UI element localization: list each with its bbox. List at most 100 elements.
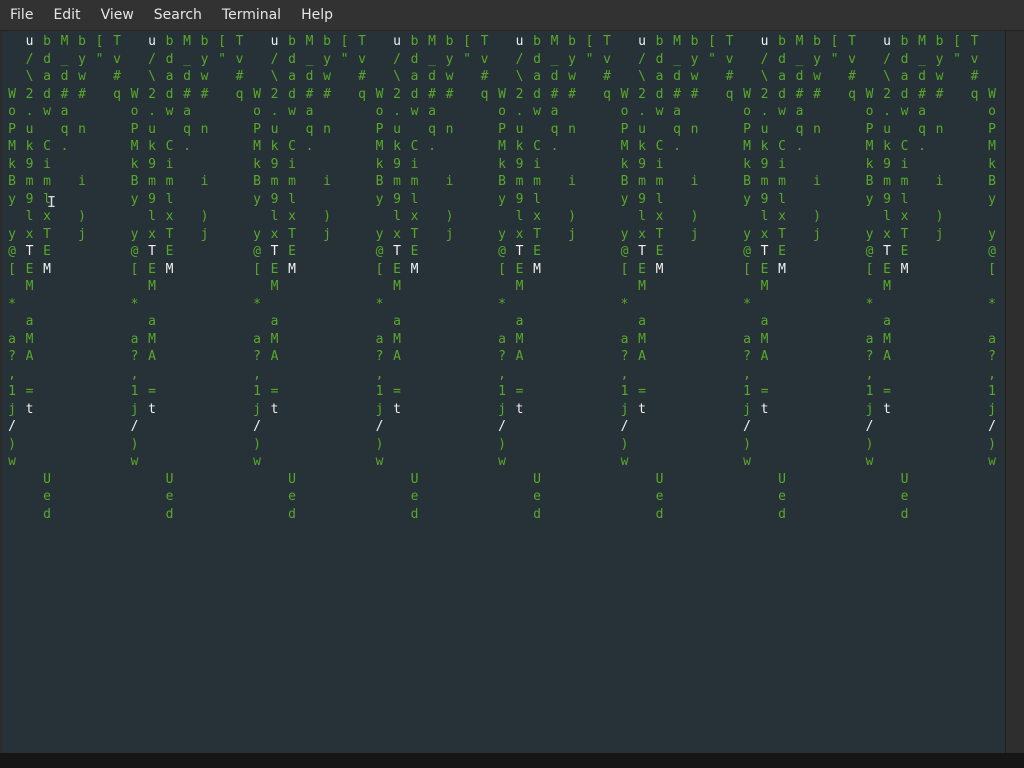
rain-glyph: T	[165, 226, 174, 242]
rain-glyph: a	[515, 314, 524, 329]
rain-glyph: x	[760, 226, 769, 242]
rain-glyph	[531, 418, 543, 436]
rain-glyph: .	[428, 139, 436, 154]
terminal-scrollbar[interactable]	[1005, 31, 1024, 753]
rain-glyph: M	[900, 261, 909, 277]
rain-glyph: .	[795, 139, 804, 154]
rain-glyph	[636, 366, 648, 384]
rain-glyph: T	[883, 244, 891, 259]
rain-glyph	[409, 313, 421, 331]
rain-glyph	[759, 366, 771, 384]
menu-help[interactable]: Help	[291, 0, 343, 30]
rain-glyph	[409, 348, 421, 366]
rain-glyph: E	[778, 244, 786, 259]
rain-glyph: q	[113, 86, 121, 102]
rain-glyph: ,	[988, 366, 996, 382]
rain-glyph: #	[428, 86, 436, 102]
rain-glyph: _	[673, 51, 681, 67]
rain-glyph	[776, 121, 788, 139]
rain-glyph: i	[778, 156, 786, 172]
rain-glyph: *	[8, 296, 16, 312]
rain-glyph	[286, 401, 298, 419]
rain-glyph: 9	[883, 191, 891, 207]
rain-glyph: m	[760, 174, 769, 189]
rain-glyph	[251, 51, 263, 69]
rain-glyph	[286, 348, 298, 366]
rain-glyph: C	[165, 139, 174, 154]
rain-glyph	[164, 331, 176, 349]
rain-glyph: x	[25, 226, 34, 242]
rain-glyph	[654, 383, 666, 401]
rain-column: u / \ 2. u k 9 m 9 l x T E M aMA = t	[636, 33, 648, 488]
rain-glyph	[689, 103, 701, 121]
rain-column: bdadw CimlxTEM Ued	[776, 33, 788, 523]
rain-glyph: o	[743, 104, 751, 119]
rain-glyph: M	[130, 139, 139, 154]
menu-terminal[interactable]: Terminal	[212, 0, 291, 30]
rain-glyph: 1	[253, 384, 261, 399]
rain-glyph: T	[43, 226, 51, 242]
terminal-output[interactable]: WoPMkBy y @[ * a?, 1 j /) w u / \ 2. u k 9 m 9 l x T E M aM…	[2, 31, 1005, 753]
menu-search[interactable]: Search	[144, 0, 212, 30]
rain-glyph	[409, 121, 421, 139]
rain-glyph	[741, 313, 753, 331]
rain-glyph: l	[393, 209, 401, 224]
rain-glyph: B	[865, 174, 874, 189]
rain-glyph	[496, 51, 508, 69]
rain-glyph	[24, 453, 36, 471]
rain-glyph: [	[865, 261, 874, 277]
rain-column: bdadw CimlxTEM Ued	[899, 33, 911, 523]
rain-column: b y w # n i ) j	[566, 33, 578, 243]
rain-glyph: j	[865, 401, 874, 417]
rain-glyph	[619, 51, 631, 69]
rain-glyph: x	[515, 226, 524, 242]
rain-glyph	[514, 418, 526, 436]
rain-glyph: n	[568, 121, 576, 137]
menu-view[interactable]: View	[91, 0, 144, 30]
rain-glyph: @	[988, 244, 996, 259]
rain-glyph: w	[988, 454, 996, 469]
rain-glyph	[776, 401, 788, 419]
rain-glyph	[636, 296, 648, 314]
rain-glyph	[6, 68, 18, 86]
rain-glyph: #	[323, 86, 331, 102]
rain-glyph: m	[515, 174, 524, 189]
menu-edit[interactable]: Edit	[43, 0, 90, 30]
rain-glyph: a	[8, 331, 16, 347]
rain-glyph	[864, 313, 876, 331]
rain-glyph: T	[778, 226, 786, 242]
rain-glyph: m	[655, 174, 664, 189]
rain-glyph: .	[148, 104, 156, 119]
rain-glyph: U	[778, 471, 786, 487]
text-cursor-icon: I	[47, 193, 57, 211]
rain-glyph	[269, 453, 281, 471]
rain-glyph: ?	[620, 349, 629, 364]
rain-glyph: *	[743, 296, 751, 312]
rain-glyph: #	[935, 86, 944, 102]
rain-glyph: l	[883, 209, 891, 224]
rain-glyph: C	[533, 139, 541, 154]
rain-glyph: /	[130, 419, 139, 434]
rain-glyph: \	[883, 69, 891, 84]
rain-glyph: )	[323, 209, 331, 224]
rain-column: WoPMkBy y @ [ * a?, 1 j /) w	[496, 33, 508, 471]
rain-glyph: v	[235, 51, 244, 67]
rain-glyph: a	[743, 331, 751, 347]
rain-glyph: .	[760, 104, 769, 119]
rain-glyph	[566, 138, 578, 156]
rain-glyph	[864, 278, 876, 296]
menu-file[interactable]: File	[0, 0, 43, 30]
rain-glyph: l	[165, 191, 174, 207]
rain-glyph: d	[410, 86, 419, 102]
rain-glyph: B	[130, 174, 139, 189]
rain-glyph: M	[148, 331, 156, 347]
rain-column: ["	[94, 33, 106, 68]
rain-glyph	[881, 436, 893, 454]
rain-glyph: .	[270, 104, 279, 119]
rain-glyph	[76, 103, 88, 121]
rain-glyph: M	[410, 261, 419, 277]
rain-glyph: k	[25, 139, 34, 154]
rain-glyph: )	[375, 436, 384, 452]
rain-glyph: ,	[130, 366, 139, 382]
rain-column: WoPMkBy y @ [ * a?, 1 j /) w	[251, 33, 263, 471]
